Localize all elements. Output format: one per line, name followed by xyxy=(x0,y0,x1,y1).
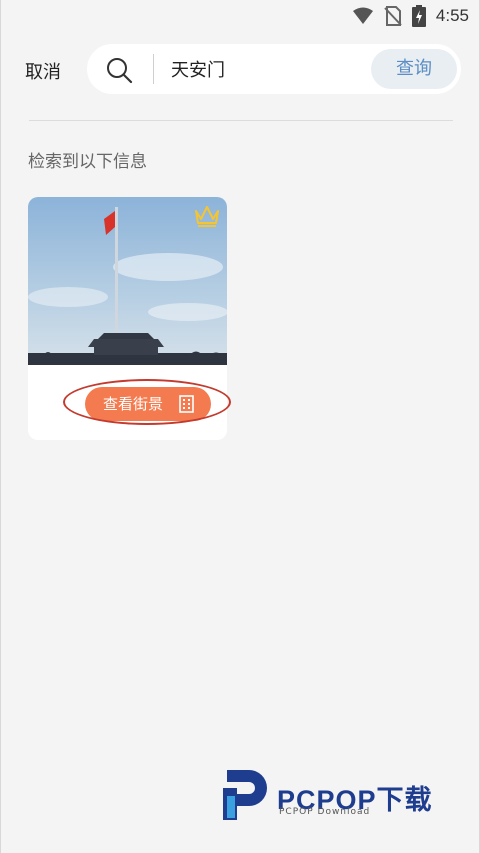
search-input[interactable] xyxy=(171,57,351,81)
building-icon xyxy=(179,395,194,413)
cancel-button[interactable]: 取消 xyxy=(25,58,61,84)
search-icon xyxy=(107,58,133,84)
query-button[interactable]: 查询 xyxy=(371,49,457,89)
crown-icon xyxy=(195,206,219,227)
watermark-subtitle: PCPOP Download xyxy=(279,807,371,817)
divider xyxy=(29,120,453,121)
status-icons: 4:55 xyxy=(352,5,469,27)
view-street-label: 查看街景 xyxy=(103,395,164,413)
search-row: 取消 查询 xyxy=(1,44,479,96)
status-time: 4:55 xyxy=(435,6,469,25)
status-bar: 4:55 xyxy=(1,0,479,32)
pcpop-logo-icon xyxy=(223,770,267,820)
battery-charging-icon xyxy=(411,5,426,27)
wifi-icon xyxy=(352,7,373,24)
search-divider xyxy=(153,54,154,84)
view-street-button[interactable]: 查看街景 xyxy=(85,387,211,421)
result-card[interactable]: 查看街景 xyxy=(28,197,227,440)
search-box: 查询 xyxy=(87,44,461,94)
result-heading: 检索到以下信息 xyxy=(28,152,147,172)
no-sim-icon xyxy=(384,6,402,26)
watermark: PCPOP下载 PCPOP Download xyxy=(219,766,469,826)
